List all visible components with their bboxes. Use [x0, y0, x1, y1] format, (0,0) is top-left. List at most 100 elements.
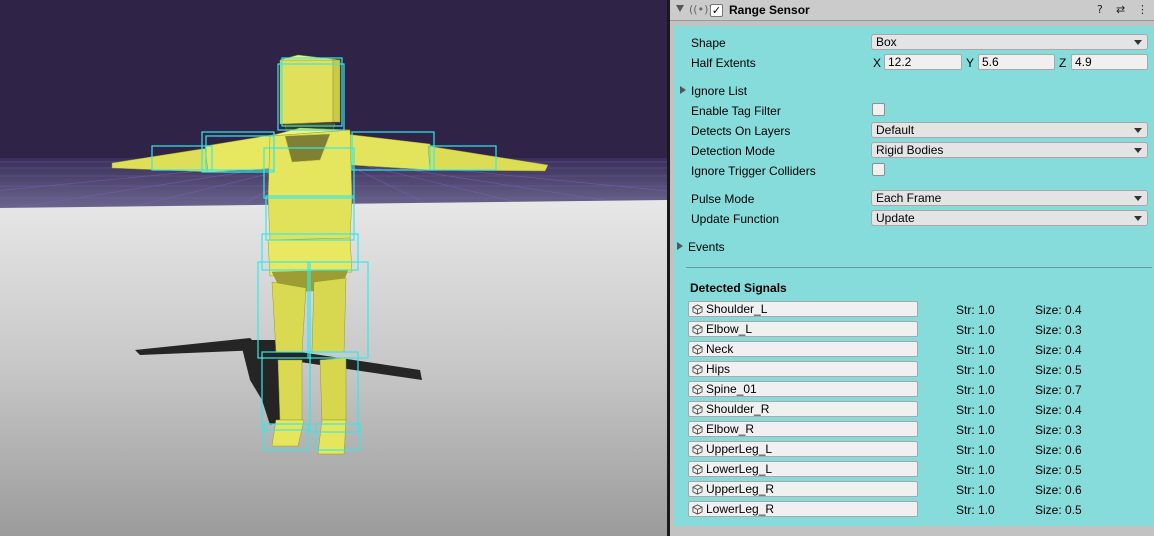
chevron-down-icon — [1134, 128, 1142, 133]
signal-strength: Str: 1.0 — [956, 403, 995, 417]
signal-name: UpperLeg_L — [706, 442, 773, 456]
strength-value: 1.0 — [978, 483, 995, 497]
strength-prefix: Str: — [956, 463, 975, 477]
size-prefix: Size: — [1035, 503, 1062, 517]
size-value: 0.6 — [1065, 483, 1082, 497]
shape-dropdown[interactable]: Box — [871, 34, 1148, 50]
signal-strength: Str: 1.0 — [956, 483, 995, 497]
signal-name: UpperLeg_R — [706, 482, 775, 496]
detects-on-layers-dropdown[interactable]: Default — [871, 122, 1148, 138]
strength-value: 1.0 — [978, 303, 995, 317]
signal-size: Size: 0.4 — [1035, 303, 1082, 317]
scene-viewport[interactable] — [0, 0, 667, 536]
signal-size: Size: 0.4 — [1035, 403, 1082, 417]
size-prefix: Size: — [1035, 383, 1062, 397]
strength-prefix: Str: — [956, 323, 975, 337]
strength-prefix: Str: — [956, 383, 975, 397]
strength-prefix: Str: — [956, 423, 975, 437]
size-value: 0.5 — [1065, 363, 1082, 377]
foldout-arrow-icon[interactable] — [676, 5, 684, 12]
size-value: 0.6 — [1065, 443, 1082, 457]
strength-value: 1.0 — [978, 383, 995, 397]
signal-name: LowerLeg_L — [706, 462, 773, 476]
signal-strength: Str: 1.0 — [956, 423, 995, 437]
strength-prefix: Str: — [956, 303, 975, 317]
signal-name: LowerLeg_R — [706, 502, 775, 516]
chevron-down-icon — [1134, 216, 1142, 221]
size-value: 0.5 — [1065, 503, 1082, 517]
half-extents-x-field[interactable]: 12.2 — [884, 54, 962, 70]
strength-value: 1.0 — [978, 403, 995, 417]
strength-value: 1.0 — [978, 463, 995, 477]
signal-object-field[interactable]: UpperLeg_R — [688, 481, 918, 497]
gameobject-cube-icon — [692, 324, 703, 335]
signal-name: Elbow_L — [706, 322, 753, 336]
size-prefix: Size: — [1035, 343, 1062, 357]
inspector-panel: ((•)) ✓ Range Sensor ? ⇄ ⋮ Shape Box Hal… — [670, 0, 1154, 536]
strength-prefix: Str: — [956, 483, 975, 497]
signal-name: Shoulder_R — [706, 402, 770, 416]
enable-tag-filter-checkbox[interactable] — [872, 103, 885, 116]
signal-size: Size: 0.5 — [1035, 503, 1082, 517]
strength-prefix: Str: — [956, 403, 975, 417]
size-value: 0.3 — [1065, 323, 1082, 337]
size-prefix: Size: — [1035, 303, 1062, 317]
ignore-trigger-colliders-label: Ignore Trigger Colliders — [691, 164, 816, 178]
signal-object-field[interactable]: Spine_01 — [688, 381, 918, 397]
signal-object-field[interactable]: Hips — [688, 361, 918, 377]
signal-strength: Str: 1.0 — [956, 343, 995, 357]
events-foldout-icon[interactable] — [677, 242, 683, 250]
size-prefix: Size: — [1035, 403, 1062, 417]
signal-size: Size: 0.6 — [1035, 483, 1082, 497]
size-prefix: Size: — [1035, 443, 1062, 457]
signal-strength: Str: 1.0 — [956, 323, 995, 337]
size-prefix: Size: — [1035, 363, 1062, 377]
component-title: Range Sensor — [729, 3, 810, 17]
strength-value: 1.0 — [978, 423, 995, 437]
component-enabled-checkbox[interactable]: ✓ — [710, 4, 723, 17]
signal-object-field[interactable]: Shoulder_L — [688, 301, 918, 317]
events-foldout[interactable]: Events — [688, 240, 725, 254]
signal-name: Hips — [706, 362, 731, 376]
scene-view[interactable] — [0, 0, 667, 536]
size-value: 0.4 — [1065, 403, 1082, 417]
component-header[interactable]: ((•)) ✓ Range Sensor ? ⇄ ⋮ — [670, 0, 1154, 21]
gameobject-cube-icon — [692, 404, 703, 415]
ignore-list-foldout-icon[interactable] — [680, 86, 686, 94]
signal-object-field[interactable]: UpperLeg_L — [688, 441, 918, 457]
size-value: 0.3 — [1065, 423, 1082, 437]
signal-object-field[interactable]: LowerLeg_R — [688, 501, 918, 517]
z-axis-label: Z — [1059, 56, 1067, 70]
gameobject-cube-icon — [692, 384, 703, 395]
size-value: 0.5 — [1065, 463, 1082, 477]
more-options-icon[interactable]: ⋮ — [1137, 3, 1148, 16]
detected-signals-title: Detected Signals — [690, 281, 787, 295]
signal-name: Elbow_R — [706, 422, 755, 436]
signal-name: Shoulder_L — [706, 302, 768, 316]
pulse-mode-dropdown[interactable]: Each Frame — [871, 190, 1148, 206]
signal-object-field[interactable]: Elbow_R — [688, 421, 918, 437]
half-extents-y-field[interactable]: 5.6 — [978, 54, 1055, 70]
pulse-mode-label: Pulse Mode — [691, 192, 755, 206]
signal-object-field[interactable]: LowerLeg_L — [688, 461, 918, 477]
size-value: 0.4 — [1065, 343, 1082, 357]
strength-prefix: Str: — [956, 363, 975, 377]
ignore-trigger-colliders-checkbox[interactable] — [872, 163, 885, 176]
ignore-list-foldout[interactable]: Ignore List — [691, 84, 747, 98]
half-extents-z-field[interactable]: 4.9 — [1071, 54, 1148, 70]
detects-on-layers-label: Detects On Layers — [691, 124, 791, 138]
gameobject-cube-icon — [692, 464, 703, 475]
signal-object-field[interactable]: Elbow_L — [688, 321, 918, 337]
detection-mode-dropdown[interactable]: Rigid Bodies — [871, 142, 1148, 158]
signal-object-field[interactable]: Neck — [688, 341, 918, 357]
size-prefix: Size: — [1035, 483, 1062, 497]
signal-size: Size: 0.4 — [1035, 343, 1082, 357]
half-extents-label: Half Extents — [691, 56, 756, 70]
enable-tag-filter-label: Enable Tag Filter — [691, 104, 781, 118]
help-icon[interactable]: ? — [1097, 3, 1103, 16]
preset-icon[interactable]: ⇄ — [1116, 3, 1125, 16]
gameobject-cube-icon — [692, 344, 703, 355]
update-function-dropdown[interactable]: Update — [871, 210, 1148, 226]
size-prefix: Size: — [1035, 463, 1062, 477]
signal-object-field[interactable]: Shoulder_R — [688, 401, 918, 417]
